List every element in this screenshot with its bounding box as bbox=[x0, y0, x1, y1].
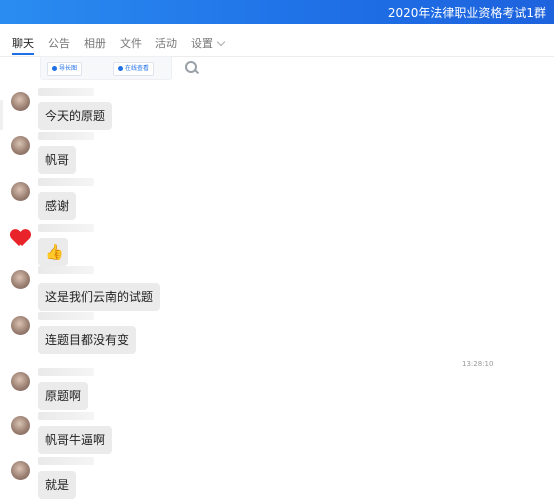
sender-name bbox=[38, 412, 94, 420]
message-bubble[interactable]: 感谢 bbox=[38, 192, 77, 220]
message-bubble[interactable]: 帆哥牛逼啊 bbox=[38, 426, 113, 454]
tab-album[interactable]: 相册 bbox=[84, 35, 106, 51]
tab-activities[interactable]: 活动 bbox=[155, 35, 177, 51]
view-online-label: 在线查看 bbox=[125, 65, 150, 72]
zoom-icon[interactable] bbox=[185, 61, 197, 73]
sender-name bbox=[38, 178, 94, 186]
message-bubble[interactable]: 原题啊 bbox=[38, 382, 89, 410]
scrollbar-edge bbox=[0, 100, 3, 130]
export-image-button[interactable]: 导长图 bbox=[47, 62, 83, 76]
sender-name bbox=[38, 368, 94, 376]
avatar-icon[interactable] bbox=[11, 461, 30, 480]
sender-name bbox=[38, 132, 94, 140]
active-tab-indicator bbox=[12, 53, 34, 55]
heart-avatar-icon[interactable] bbox=[11, 228, 30, 247]
export-icon bbox=[52, 66, 57, 71]
message-bubble[interactable]: 👍 bbox=[38, 238, 68, 266]
tab-announcements[interactable]: 公告 bbox=[48, 35, 70, 51]
avatar-icon[interactable] bbox=[11, 92, 30, 111]
sender-name bbox=[38, 457, 94, 465]
message-timestamp: 13:28:10 bbox=[462, 360, 494, 368]
message-bubble[interactable]: 就是 bbox=[38, 471, 77, 499]
avatar-icon[interactable] bbox=[11, 270, 30, 289]
attachment-card[interactable]: 导长图 在线查看 bbox=[40, 56, 197, 80]
sender-name bbox=[38, 312, 94, 320]
avatar-icon[interactable] bbox=[11, 136, 30, 155]
view-online-button[interactable]: 在线查看 bbox=[113, 62, 155, 76]
tab-settings[interactable]: 设置 bbox=[191, 35, 226, 51]
sender-name bbox=[38, 224, 94, 232]
sender-name bbox=[38, 266, 94, 274]
avatar-icon[interactable] bbox=[11, 372, 30, 391]
thumbs-up-icon: 👍 bbox=[45, 243, 64, 261]
message-bubble[interactable]: 连题目都没有变 bbox=[38, 326, 137, 354]
message-bubble[interactable]: 今天的原题 bbox=[38, 102, 113, 130]
avatar-icon[interactable] bbox=[11, 416, 30, 435]
avatar-icon[interactable] bbox=[11, 316, 30, 335]
sender-name bbox=[38, 88, 94, 96]
tab-bar: 聊天 公告 相册 文件 活动 设置 bbox=[0, 24, 554, 57]
avatar-icon[interactable] bbox=[11, 182, 30, 201]
message-bubble[interactable]: 帆哥 bbox=[38, 146, 77, 174]
title-bar: 2020年法律职业资格考试1群 bbox=[0, 0, 554, 24]
export-image-label: 导长图 bbox=[59, 65, 78, 72]
window-title: 2020年法律职业资格考试1群 bbox=[387, 6, 546, 20]
tab-chat[interactable]: 聊天 bbox=[12, 35, 34, 51]
tab-settings-label: 设置 bbox=[191, 37, 213, 50]
chevron-down-icon bbox=[216, 37, 226, 47]
document-icon bbox=[118, 66, 123, 71]
tab-files[interactable]: 文件 bbox=[120, 35, 142, 51]
message-bubble[interactable]: 这是我们云南的试题 bbox=[38, 283, 161, 311]
